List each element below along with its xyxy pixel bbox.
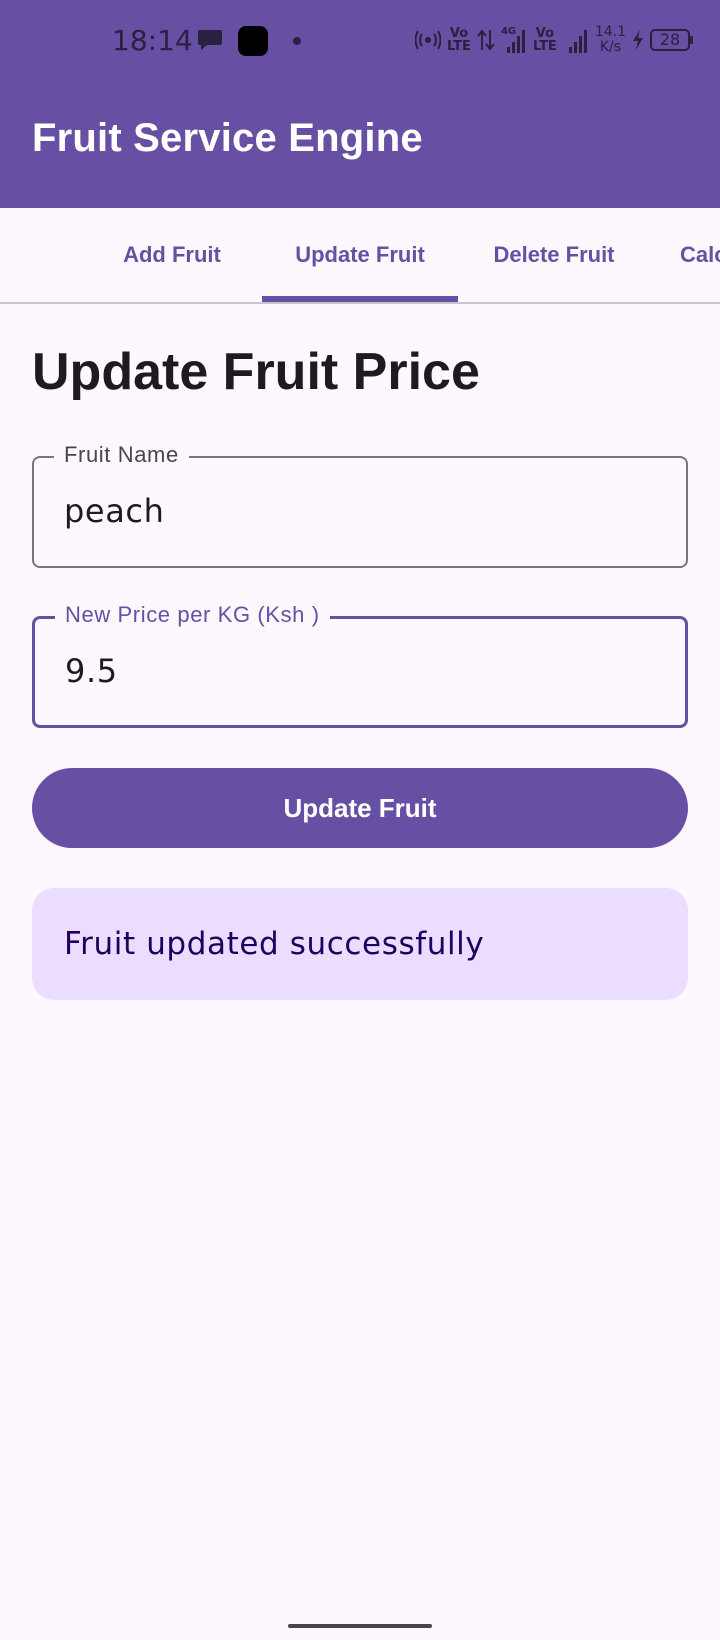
signal-bars-2-icon — [568, 30, 587, 53]
tab-selected-indicator — [262, 296, 458, 302]
tab-delete-fruit[interactable]: Delete Fruit — [474, 208, 634, 302]
charging-icon — [633, 30, 643, 50]
battery-icon: 28 — [650, 29, 693, 51]
fruit-name-field[interactable]: Fruit Name — [32, 442, 688, 568]
tab-update-fruit[interactable]: Update Fruit — [262, 208, 458, 302]
status-time: 18:14 — [112, 24, 193, 57]
app-notification-icon — [238, 26, 268, 56]
network-speed: 14.1 K/s — [594, 24, 626, 55]
volte-2-label: Vo LTE — [532, 26, 557, 54]
price-input[interactable] — [65, 652, 665, 690]
update-fruit-button[interactable]: Update Fruit — [32, 768, 688, 848]
signal-1: 4G — [501, 25, 527, 55]
fruit-name-label: Fruit Name — [54, 442, 189, 468]
screen: 18:14 Vo LTE 4G Vo LTE 14.1 K/s 28 Fruit… — [0, 0, 720, 1640]
more-notifications-icon — [293, 37, 301, 45]
volte-1-label: Vo LTE — [447, 26, 471, 54]
fruit-name-input[interactable] — [64, 492, 664, 530]
status-icons: Vo LTE 4G Vo LTE 14.1 K/s 28 — [415, 22, 693, 58]
chat-bubble-icon — [198, 30, 222, 50]
hotspot-icon — [415, 30, 442, 50]
app-title: Fruit Service Engine — [32, 116, 423, 160]
data-arrows-icon — [477, 29, 495, 51]
home-indicator[interactable] — [288, 1624, 432, 1628]
result-message: Fruit updated successfully — [32, 888, 688, 1000]
top-app-bar: 18:14 Vo LTE 4G Vo LTE 14.1 K/s 28 Fruit… — [0, 0, 720, 208]
signal-bars-icon — [506, 30, 525, 53]
tab-calc[interactable]: Calc — [680, 208, 720, 302]
page-title: Update Fruit Price — [32, 343, 480, 401]
price-field[interactable]: New Price per KG (Ksh ) — [32, 602, 688, 728]
tab-add-fruit[interactable]: Add Fruit — [104, 208, 240, 302]
price-label: New Price per KG (Ksh ) — [55, 602, 330, 628]
tab-bar: Add Fruit Update Fruit Delete Fruit Calc — [0, 208, 720, 304]
status-bar: 18:14 Vo LTE 4G Vo LTE 14.1 K/s 28 — [0, 0, 720, 84]
